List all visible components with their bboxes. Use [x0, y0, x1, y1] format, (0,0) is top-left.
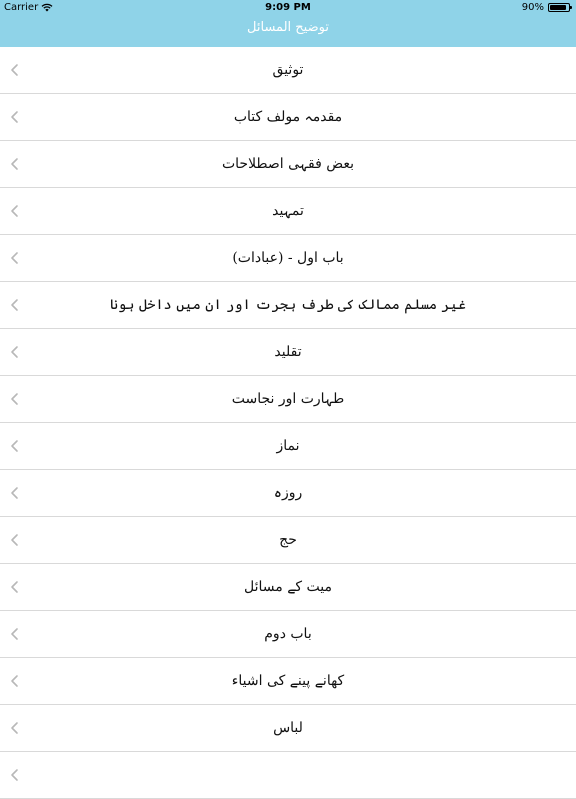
- battery-percent: 90%: [521, 2, 544, 13]
- list-item[interactable]: تقلید: [0, 329, 576, 376]
- list-item-label: طہارت اور نجاست: [231, 391, 345, 407]
- chevron-left-icon: [11, 769, 18, 781]
- chevron-left-icon: [11, 252, 18, 264]
- list-item-label: بعض فقہی اصطلاحات: [221, 156, 355, 172]
- list-item-label: روزہ: [273, 485, 303, 501]
- list-item[interactable]: کھانے پینے کی اشیاء: [0, 658, 576, 705]
- list-item-label: تمہید: [272, 203, 304, 219]
- chevron-left-icon: [11, 393, 18, 405]
- list-item-label: تقلید: [274, 344, 302, 360]
- list-item-label: مقدمہ مولف کتاب: [233, 109, 343, 125]
- list-item[interactable]: مقدمہ مولف کتاب: [0, 94, 576, 141]
- list-item[interactable]: حج: [0, 517, 576, 564]
- list-item[interactable]: طہارت اور نجاست: [0, 376, 576, 423]
- chevron-left-icon: [11, 205, 18, 217]
- status-time: 9:09 PM: [265, 2, 311, 13]
- list-item[interactable]: [0, 752, 576, 799]
- chevron-left-icon: [11, 628, 18, 640]
- chevron-left-icon: [11, 299, 18, 311]
- list-item-label: لباس: [273, 720, 303, 736]
- chevron-left-icon: [11, 440, 18, 452]
- list-item[interactable]: تمہید: [0, 188, 576, 235]
- list-item[interactable]: روزہ: [0, 470, 576, 517]
- nav-title: توضیح المسائل: [247, 20, 329, 35]
- status-battery-group: 90%: [521, 2, 572, 13]
- chevron-left-icon: [11, 722, 18, 734]
- list-item-label: باب اول - (عبادات): [232, 250, 344, 266]
- battery-icon: [548, 3, 572, 12]
- list-item[interactable]: نماز: [0, 423, 576, 470]
- chapter-list: توثیق مقدمہ مولف کتاب بعض فقہی اصطلاحات تمہ…: [0, 47, 576, 799]
- chevron-left-icon: [11, 64, 18, 76]
- list-item-label: میت کے مسائل: [244, 579, 332, 595]
- list-item[interactable]: باب اول - (عبادات): [0, 235, 576, 282]
- chevron-left-icon: [11, 346, 18, 358]
- navigation-header: Carrier 9:09 PM 90% توضیح المسائل: [0, 0, 576, 47]
- list-item[interactable]: بعض فقہی اصطلاحات: [0, 141, 576, 188]
- list-item-label: غیر مسلم ممالک کی طرف ہجرت اور ان میں دا…: [109, 297, 467, 313]
- chevron-left-icon: [11, 487, 18, 499]
- chevron-left-icon: [11, 581, 18, 593]
- chevron-left-icon: [11, 675, 18, 687]
- list-item-label: [40, 752, 536, 798]
- list-item[interactable]: باب دوم: [0, 611, 576, 658]
- status-bar: Carrier 9:09 PM 90%: [0, 0, 576, 16]
- list-item-label: نماز: [276, 438, 300, 454]
- list-item-label: کھانے پینے کی اشیاء: [231, 673, 345, 689]
- list-item[interactable]: لباس: [0, 705, 576, 752]
- list-item[interactable]: میت کے مسائل: [0, 564, 576, 611]
- list-item[interactable]: توثیق: [0, 47, 576, 94]
- list-item-label: حج: [279, 532, 297, 548]
- list-item[interactable]: غیر مسلم ممالک کی طرف ہجرت اور ان میں دا…: [0, 282, 576, 329]
- chevron-left-icon: [11, 534, 18, 546]
- chevron-left-icon: [11, 158, 18, 170]
- list-item-label: توثیق: [272, 62, 304, 78]
- chevron-left-icon: [11, 111, 18, 123]
- list-item-label: باب دوم: [264, 626, 312, 642]
